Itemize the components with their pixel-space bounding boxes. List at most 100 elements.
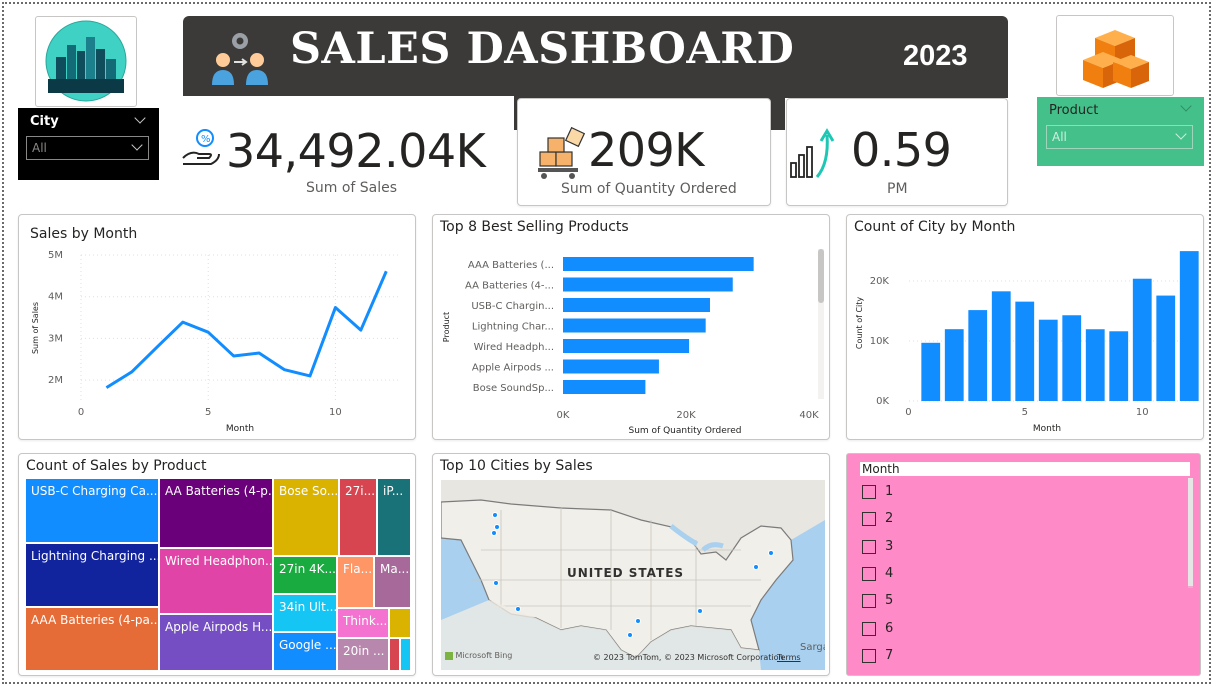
chevron-down-icon[interactable] [1180,100,1192,112]
bing-label: Microsoft Bing [455,651,513,660]
city-by-month-card[interactable]: Count of City by Month 0K 10K 20K 0 5 10 Month… [846,214,1204,440]
city-marker[interactable] [635,618,641,624]
bar [1132,278,1152,401]
checkbox[interactable] [862,648,876,663]
top-products-card[interactable]: Top 8 Best Selling Products AAA Batterie… [432,214,830,440]
city-marker[interactable] [697,608,703,614]
map-corner-label: Sarga [800,642,825,653]
chevron-down-icon [131,139,143,151]
sales-by-month-card[interactable]: Sales by Month 2M 3M 4M 5M 0 5 10 Month Sum of S… [18,214,416,440]
bar [921,342,941,401]
month-option-label: 4 [885,565,894,581]
category-label: USB-C Chargin... [471,301,554,312]
checkbox[interactable] [862,566,876,581]
treemap-cell[interactable] [400,638,411,671]
product-slicer[interactable]: Product All [1037,97,1204,166]
category-label: Bose SoundSp... [473,383,554,394]
city-slicer[interactable]: City All [18,108,159,180]
top-cities-map-card[interactable]: Top 10 Cities by Sales UNITED STATES Sar… [432,453,830,676]
kpi-quantity-card: 209K Sum of Quantity Ordered [517,98,771,206]
x-tick-label: 5 [205,407,211,418]
product-dropdown[interactable]: All [1046,125,1193,149]
chart-title: Count of Sales by Product [26,458,207,474]
chevron-down-icon[interactable] [134,112,146,124]
bar [1015,301,1035,401]
map-canvas[interactable]: UNITED STATES Sarga Microsoft Bing © 202… [441,480,825,670]
treemap-cell[interactable]: Think... [337,608,389,638]
y-tick-label: 2M [48,375,63,386]
city-dropdown[interactable]: All [26,136,149,160]
sales-by-month-chart: 2M 3M 4M 5M 0 5 10 Month Sum of Sales [31,250,399,434]
checkbox[interactable] [862,512,876,527]
scrollbar-thumb[interactable] [1188,478,1193,586]
treemap-cell[interactable]: iP... [377,478,411,556]
category-label: Apple Airpods ... [472,363,554,374]
kpi-pm-label: PM [887,181,908,197]
treemap-cell[interactable]: Google ... [273,632,337,671]
kpi-sales-label: Sum of Sales [306,180,398,196]
city-marker[interactable] [753,564,759,570]
city-marker[interactable] [768,550,774,556]
treemap-cell[interactable]: AAA Batteries (4-pa... [25,607,159,671]
bar [563,277,733,292]
month-option-label: 3 [885,538,894,554]
scrollbar[interactable] [1188,478,1193,588]
treemap-cell[interactable]: Apple Airpods H... [159,614,273,671]
kpi-pm-card: 0.59 PM [786,98,1008,206]
scrollbar-thumb[interactable] [818,249,824,303]
treemap-cell[interactable]: Bose So... [273,478,339,556]
month-slicer[interactable]: Month 1 2 3 4 5 6 7 [846,453,1201,676]
treemap-cell[interactable]: Fla... [337,556,374,608]
kpi-sales-card: % 34,492.04K Sum of Sales [176,96,514,206]
treemap-cell[interactable]: 34in Ult... [273,594,337,632]
checkbox[interactable] [862,621,876,636]
city-marker[interactable] [491,530,497,536]
year-label: 2023 [903,40,968,72]
y-tick-label: 10K [870,336,890,347]
stacked-boxes-icon [1083,30,1149,88]
bar [1179,251,1199,401]
city-marker[interactable] [627,632,633,638]
y-axis-label: Sum of Sales [31,302,40,354]
treemap-cell[interactable]: Ma... [374,556,411,608]
y-tick-label: 4M [48,292,63,303]
x-tick-label: 10 [1136,407,1149,418]
bar [563,318,706,333]
bar [563,257,754,271]
bar [563,339,690,353]
bar [1038,319,1058,401]
kpi-sales-value: 34,492.04K [226,124,486,178]
bar [563,380,646,394]
x-axis-label: Sum of Quantity Ordered [629,426,742,436]
treemap-cell[interactable]: 20in ... [337,638,389,671]
growth-chart-icon [790,128,835,178]
treemap-cell[interactable]: USB-C Charging Ca... [25,478,159,543]
treemap-cell[interactable]: AA Batteries (4-p... [159,478,273,548]
treemap-cell[interactable]: 27i... [339,478,377,556]
x-axis-label: Month [226,424,254,434]
treemap-cell[interactable] [389,608,411,638]
city-marker[interactable] [493,580,499,586]
month-option-label: 1 [885,484,894,499]
treemap-cell[interactable] [389,638,400,671]
sales-by-product-card[interactable]: Count of Sales by Product USB-C Charging… [18,453,416,676]
microsoft-logo-icon [445,651,453,660]
city-skyline-icon [45,20,127,102]
terms-link[interactable]: Terms [777,653,801,662]
city-marker[interactable] [494,524,500,530]
treemap-cell[interactable]: 27in 4K... [273,556,337,594]
y-axis-label: Count of City [855,297,864,350]
treemap-cell[interactable]: Lightning Charging ... [25,543,159,607]
treemap-cell[interactable]: Wired Headphon... [159,548,273,614]
scrollbar[interactable] [818,249,824,399]
treemap: USB-C Charging Ca... Lightning Charging .… [25,478,411,671]
checkbox[interactable] [862,485,876,499]
category-label: Lightning Char... [472,322,554,333]
city-marker[interactable] [492,512,498,518]
bar [563,359,659,374]
bar [563,298,710,312]
city-marker[interactable] [515,606,521,612]
bar [1109,331,1129,401]
checkbox[interactable] [862,539,876,554]
checkbox[interactable] [862,594,876,609]
